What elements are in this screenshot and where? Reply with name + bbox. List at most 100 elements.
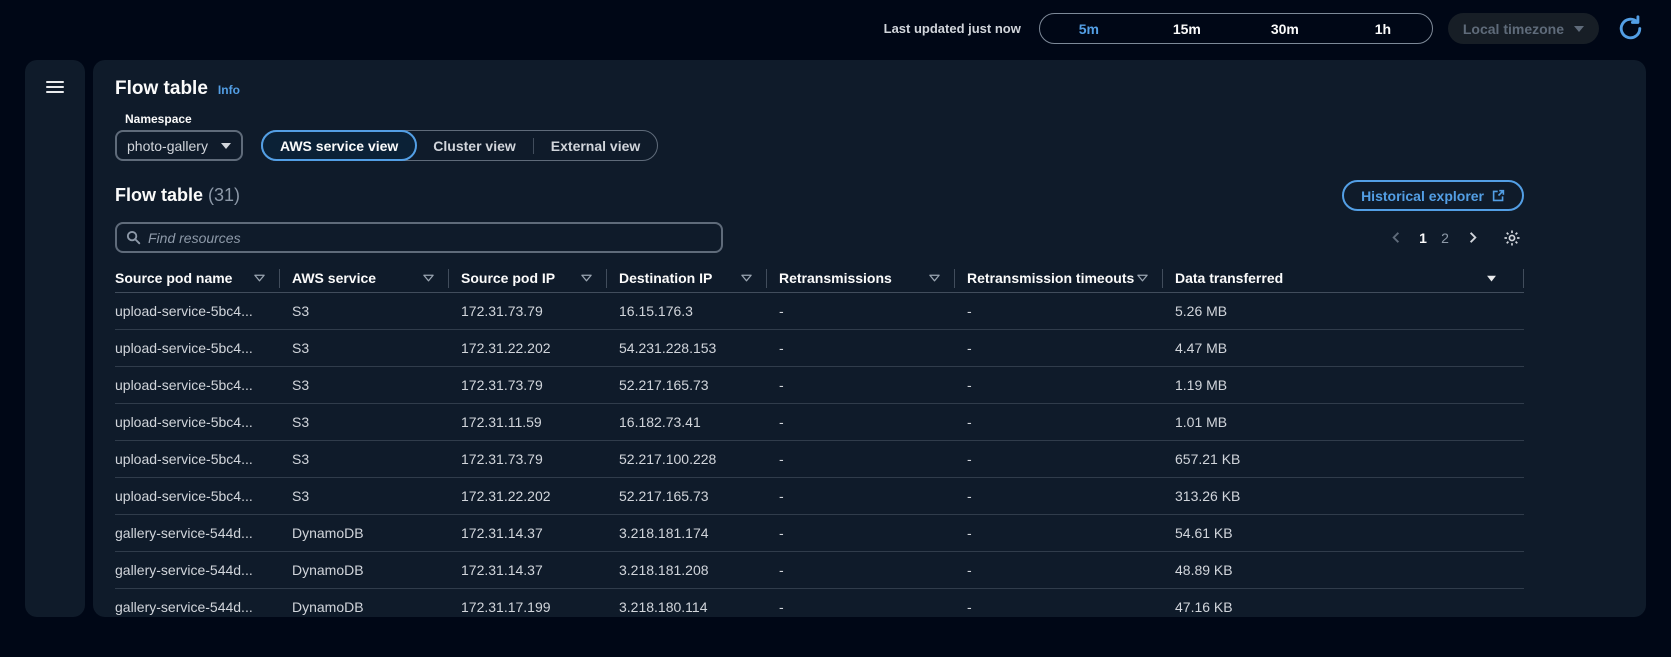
column-header-source-pod-ip[interactable]: Source pod IP [461, 265, 619, 292]
table-cell: DynamoDB [292, 551, 461, 588]
table-preferences-button[interactable] [1500, 226, 1524, 250]
filter-control[interactable] [580, 272, 593, 285]
table-cell: 172.31.14.37 [461, 514, 619, 551]
table-cell: 3.218.180.114 [619, 588, 779, 617]
flow-table: Source pod nameAWS serviceSource pod IPD… [115, 265, 1524, 617]
table-cell: - [779, 292, 967, 329]
filter-control[interactable] [422, 272, 435, 285]
table-cell: - [967, 477, 1175, 514]
chevron-left-icon [1389, 230, 1404, 245]
table-cell: gallery-service-544d... [115, 551, 292, 588]
table-cell: 4.47 MB [1175, 329, 1524, 366]
table-cell: 1.19 MB [1175, 366, 1524, 403]
table-cell: upload-service-5bc4... [115, 329, 292, 366]
page-2-button[interactable]: 2 [1434, 226, 1456, 250]
table-cell: 657.21 KB [1175, 440, 1524, 477]
column-header-retransmission-timeouts[interactable]: Retransmission timeouts [967, 265, 1175, 292]
namespace-value: photo-gallery [127, 138, 208, 154]
table-cell: 5.26 MB [1175, 292, 1524, 329]
table-cell: S3 [292, 292, 461, 329]
table-cell: 172.31.22.202 [461, 477, 619, 514]
table-cell: 54.61 KB [1175, 514, 1524, 551]
table-cell: 54.231.228.153 [619, 329, 779, 366]
table-cell: S3 [292, 329, 461, 366]
table-row: upload-service-5bc4...S3172.31.73.7952.2… [115, 366, 1524, 403]
table-cell: - [779, 588, 967, 617]
chevron-down-icon [221, 143, 231, 149]
next-page-button[interactable] [1460, 226, 1484, 250]
gear-icon [1503, 229, 1521, 247]
column-header-aws-service[interactable]: AWS service [292, 265, 461, 292]
table-cell: gallery-service-544d... [115, 514, 292, 551]
historical-explorer-button[interactable]: Historical explorer [1342, 180, 1524, 211]
table-title: Flow table(31) [115, 185, 240, 206]
page-1-button[interactable]: 1 [1412, 226, 1434, 250]
table-cell: - [779, 551, 967, 588]
column-header-source-pod-name[interactable]: Source pod name [115, 265, 292, 292]
table-cell: 47.16 KB [1175, 588, 1524, 617]
table-cell: upload-service-5bc4... [115, 477, 292, 514]
table-cell: 52.217.100.228 [619, 440, 779, 477]
table-cell: 48.89 KB [1175, 551, 1524, 588]
filter-control[interactable] [928, 272, 941, 285]
table-cell: 1.01 MB [1175, 403, 1524, 440]
flow-header-row: Source pod nameAWS serviceSource pod IPD… [115, 265, 1524, 292]
table-cell: - [967, 514, 1175, 551]
info-link[interactable]: Info [218, 83, 240, 97]
table-cell: 52.217.165.73 [619, 366, 779, 403]
table-section-header: Flow table(31) Historical explorer [115, 180, 1524, 211]
time-range-30m[interactable]: 30m [1236, 14, 1334, 43]
previous-page-button[interactable] [1384, 226, 1408, 250]
table-count: (31) [208, 185, 240, 205]
table-cell: S3 [292, 366, 461, 403]
menu-toggle-button[interactable] [46, 81, 64, 93]
time-range-15m[interactable]: 15m [1138, 14, 1236, 43]
time-range-group: 5m15m30m1h [1039, 13, 1433, 44]
time-range-5m[interactable]: 5m [1040, 14, 1138, 43]
refresh-icon [1617, 15, 1644, 42]
filter-caret-icon [740, 272, 753, 285]
column-header-data-transferred[interactable]: Data transferred [1175, 265, 1524, 292]
time-range-1h[interactable]: 1h [1334, 14, 1432, 43]
table-cell: - [967, 292, 1175, 329]
view-tab-cluster-view[interactable]: Cluster view [416, 130, 532, 161]
table-cell: - [967, 551, 1175, 588]
view-tab-aws-service-view[interactable]: AWS service view [261, 130, 417, 161]
timezone-select[interactable]: Local timezone [1448, 13, 1599, 44]
table-cell: - [779, 440, 967, 477]
sort-control[interactable] [1485, 272, 1498, 285]
column-header-destination-ip[interactable]: Destination IP [619, 265, 779, 292]
panel-content: Flow table Info Namespace photo-gallery … [115, 78, 1524, 617]
table-cell: S3 [292, 440, 461, 477]
table-row: upload-service-5bc4...S3172.31.11.5916.1… [115, 403, 1524, 440]
hamburger-icon [46, 81, 64, 83]
table-cell: gallery-service-544d... [115, 588, 292, 617]
namespace-select[interactable]: photo-gallery [115, 130, 243, 161]
search-input[interactable] [148, 230, 712, 246]
refresh-button[interactable] [1614, 13, 1646, 45]
filter-control[interactable] [253, 272, 266, 285]
filter-control[interactable] [740, 272, 753, 285]
table-cell: 172.31.22.202 [461, 329, 619, 366]
last-updated-text: Last updated just now [884, 21, 1021, 36]
filter-caret-icon [580, 272, 593, 285]
table-cell: 16.15.176.3 [619, 292, 779, 329]
sort-descending-icon [1485, 272, 1498, 285]
search-icon [126, 230, 141, 245]
table-cell: 172.31.73.79 [461, 440, 619, 477]
column-header-retransmissions[interactable]: Retransmissions [779, 265, 967, 292]
column-label: Data transferred [1175, 270, 1283, 286]
table-row: gallery-service-544d...DynamoDB172.31.17… [115, 588, 1524, 617]
table-cell: S3 [292, 403, 461, 440]
table-cell: - [779, 477, 967, 514]
filter-caret-icon [928, 272, 941, 285]
sidebar [25, 60, 85, 617]
table-cell: 172.31.73.79 [461, 292, 619, 329]
filter-caret-icon [1136, 272, 1149, 285]
view-tab-external-view[interactable]: External view [534, 130, 658, 161]
column-label: Retransmissions [779, 270, 892, 286]
table-row: upload-service-5bc4...S3172.31.22.20252.… [115, 477, 1524, 514]
chevron-down-icon [1574, 26, 1584, 32]
filter-control[interactable] [1136, 272, 1149, 285]
page-header: Flow table Info [115, 78, 1524, 100]
